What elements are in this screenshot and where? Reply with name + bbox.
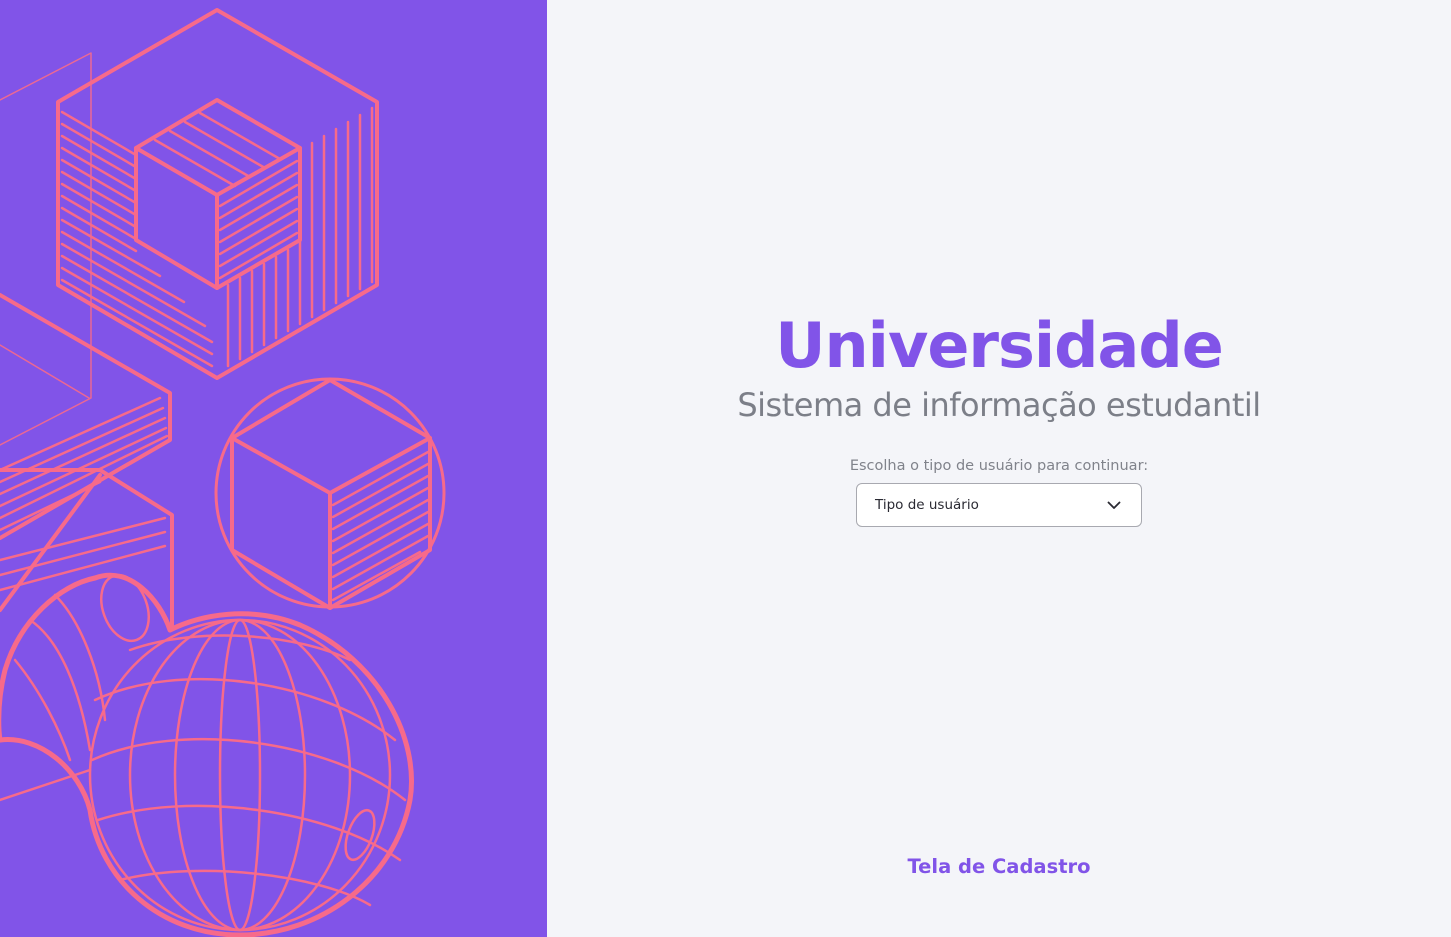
- geometric-shapes-illustration: [0, 8, 446, 937]
- illustration-panel: [0, 0, 547, 937]
- user-type-prompt: Escolha o tipo de usuário para continuar…: [849, 458, 1149, 474]
- login-panel: Universidade Sistema de informação estud…: [547, 0, 1451, 937]
- user-type-select-value: Tipo de usuário: [875, 497, 979, 513]
- app-subtitle: Sistema de informação estudantil: [737, 386, 1261, 424]
- app-title: Universidade: [775, 309, 1224, 382]
- chevron-down-icon: [1107, 498, 1121, 512]
- register-link[interactable]: Tela de Cadastro: [547, 853, 1451, 881]
- user-type-select[interactable]: Tipo de usuário: [856, 483, 1142, 527]
